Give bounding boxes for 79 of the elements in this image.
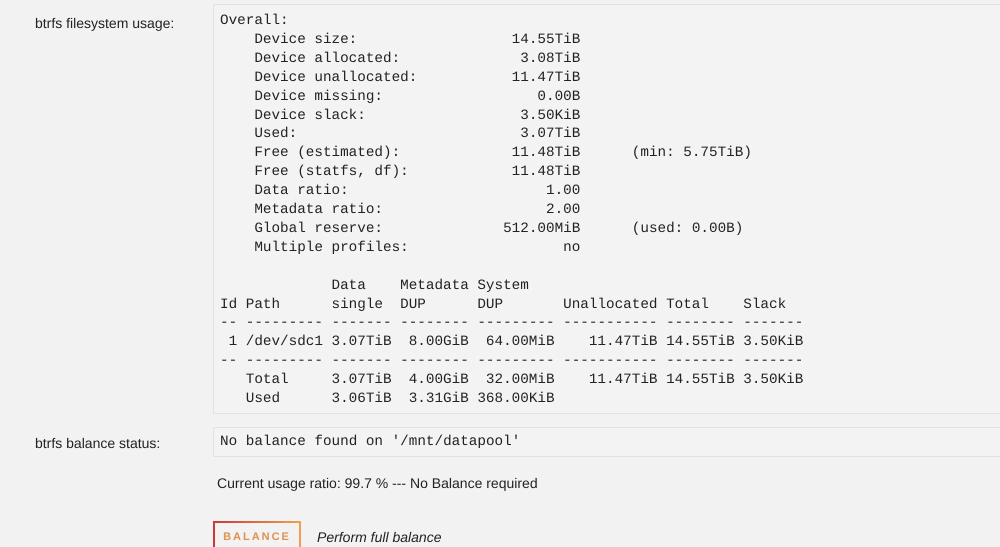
table-rule: --------- [477, 353, 555, 370]
table-rule: --------- [246, 315, 323, 332]
table-cell: Used [246, 391, 280, 408]
table-rule: -------- [666, 353, 735, 370]
table-cell: single [332, 296, 383, 313]
table-rule: -------- [400, 315, 469, 332]
stat-label: Data ratio: [254, 183, 349, 200]
table-cell: 11.47TiB [588, 334, 658, 350]
stat-note: (used: 0.00B) [632, 220, 744, 237]
table-cell: 368.00KiB [477, 391, 555, 408]
table-cell: Data [332, 278, 366, 294]
stat-value: 512.00MiB [503, 220, 580, 237]
table-cell: 64.00MiB [486, 334, 555, 350]
stat-value: no [563, 240, 580, 256]
table-cell: 32.00MiB [486, 372, 555, 388]
table-rule: ----------- [563, 353, 658, 370]
table-rule: -------- [666, 315, 735, 332]
stat-label: Free (estimated): [254, 145, 400, 162]
table-rule: --------- [246, 353, 323, 370]
table-cell: 11.47TiB [588, 372, 658, 388]
stat-value: 2.00 [546, 202, 580, 218]
field-label: btrfs filesystem usage: [35, 15, 174, 31]
stat-label: Free (statfs, df): [254, 164, 409, 180]
stat-label: Global reserve: [254, 220, 384, 237]
table-cell: 4.00GiB [408, 372, 469, 388]
output-line: Overall: [220, 13, 289, 29]
table-cell: 8.00GiB [408, 334, 469, 350]
output-panel: No balance found on '/mnt/datapool' [213, 427, 1000, 458]
table-cell: Slack [743, 296, 786, 313]
stat-value: 0.00B [537, 88, 580, 105]
table-rule: ------- [743, 353, 804, 370]
table-rule: ----------- [563, 315, 658, 332]
stat-value: 3.08TiB [520, 50, 580, 67]
stat-value: 11.47TiB [512, 70, 580, 86]
stat-value: 3.07TiB [520, 126, 580, 142]
table-cell: 3.07TiB [332, 372, 392, 388]
stat-value: 3.50KiB [520, 108, 580, 124]
table-cell: 3.31GiB [408, 391, 469, 408]
stat-label: Device slack: [254, 108, 366, 124]
table-cell: 14.55TiB [666, 334, 735, 350]
stat-label: Multiple profiles: [254, 240, 409, 256]
stat-value: 1.00 [546, 183, 580, 200]
table-cell: 3.07TiB [332, 334, 392, 350]
button-description: Perform full balance [317, 528, 442, 547]
table-cell: Id [220, 296, 238, 313]
stat-label: Device size: [254, 32, 358, 48]
table-cell: DUP [477, 296, 504, 313]
table-rule: ------- [743, 315, 804, 332]
stat-value: 14.55TiB [512, 32, 580, 48]
table-cell: 1 [228, 334, 238, 350]
stat-value: 11.48TiB [512, 164, 580, 180]
table-rule: -- [220, 315, 238, 332]
balance-button[interactable]: BALANCE [213, 521, 301, 547]
table-rule: ------- [332, 353, 392, 370]
table-cell: 3.06TiB [332, 391, 392, 408]
stat-label: Used: [254, 126, 298, 142]
table-rule: -------- [400, 353, 469, 370]
table-rule: --------- [477, 315, 555, 332]
table-cell: Total [246, 372, 289, 388]
stat-label: Device allocated: [254, 50, 400, 67]
table-cell: DUP [400, 296, 426, 313]
table-cell: Metadata [400, 278, 469, 294]
table-rule: ------- [332, 315, 392, 332]
field-label: btrfs balance status: [35, 435, 160, 452]
table-cell: System [477, 278, 529, 294]
stat-note: (min: 5.75TiB) [632, 145, 752, 162]
table-cell: 3.50KiB [743, 372, 804, 388]
table-cell: /dev/sdc1 [246, 334, 323, 350]
stat-label: Device unallocated: [254, 70, 418, 86]
table-cell: Unallocated [563, 296, 658, 313]
stat-label: Device missing: [254, 88, 384, 105]
table-rule: -- [220, 353, 238, 370]
stat-label: Metadata ratio: [254, 202, 384, 218]
stat-value: 11.48TiB [512, 145, 580, 162]
usage-ratio-text: Current usage ratio: 99.7 % --- No Balance required [217, 475, 538, 492]
table-cell: 3.50KiB [743, 334, 804, 350]
table-cell: Path [246, 296, 280, 313]
table-cell: 14.55TiB [666, 372, 735, 388]
table-cell: Total [666, 296, 709, 313]
